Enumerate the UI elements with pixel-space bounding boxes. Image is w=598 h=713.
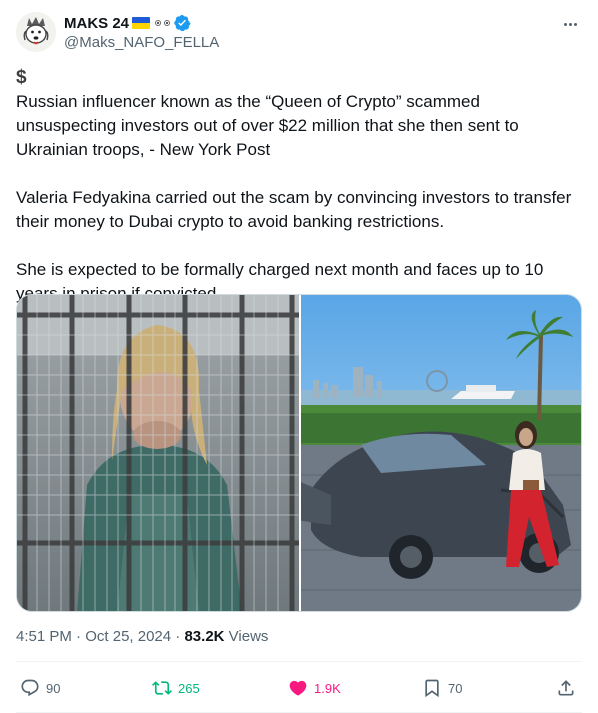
author-handle[interactable]: @Maks_NAFO_FELLA bbox=[64, 34, 219, 51]
tweet-paragraph-2: Valeria Fedyakina carried out the scam b… bbox=[16, 188, 572, 231]
share-button[interactable] bbox=[556, 678, 576, 698]
divider bbox=[16, 661, 582, 662]
bookmark-button[interactable]: 70 bbox=[422, 678, 462, 698]
ukraine-flag-icon bbox=[132, 17, 151, 29]
reply-count: 90 bbox=[46, 680, 61, 696]
verified-badge-icon bbox=[173, 14, 191, 32]
media-photo-1[interactable] bbox=[17, 295, 299, 611]
separator-dot: · bbox=[76, 628, 86, 645]
display-name[interactable]: MAKS 24 bbox=[64, 15, 129, 32]
reply-icon bbox=[21, 679, 39, 697]
repost-count: 265 bbox=[178, 680, 200, 696]
more-icon[interactable] bbox=[558, 12, 582, 36]
reply-button[interactable]: 90 bbox=[20, 678, 60, 698]
heart-icon bbox=[289, 680, 307, 696]
tweet-time[interactable]: 4:51 PM bbox=[16, 628, 72, 645]
media-photo-2[interactable] bbox=[301, 295, 581, 611]
tweet-text: $ Russian influencer known as the “Queen … bbox=[16, 66, 582, 306]
eyes-icon bbox=[155, 20, 171, 26]
avatar[interactable] bbox=[16, 12, 56, 52]
dollar-icon: $ bbox=[16, 67, 27, 88]
bookmark-icon bbox=[425, 679, 439, 698]
like-button[interactable]: 1.9K bbox=[288, 678, 341, 698]
repost-button[interactable]: 265 bbox=[152, 678, 200, 698]
bookmark-count: 70 bbox=[448, 680, 463, 696]
share-icon bbox=[558, 680, 574, 696]
tweet-header: MAKS 24 @Maks_NAFO_FELLA bbox=[16, 12, 582, 56]
ukraine-flag-icon bbox=[33, 71, 53, 84]
like-count: 1.9K bbox=[314, 680, 341, 696]
views-label: Views bbox=[228, 628, 269, 645]
tweet-paragraph-1: $ bbox=[16, 66, 582, 90]
tweet-timestamp[interactable]: 4:51 PM · Oct 25, 2024 · 83.2K Views bbox=[16, 628, 268, 645]
action-bar: 90 265 1.9K 70 bbox=[16, 670, 582, 710]
views-count[interactable]: 83.2K bbox=[184, 628, 224, 645]
author-name-line[interactable]: MAKS 24 bbox=[64, 14, 191, 32]
repost-icon bbox=[152, 681, 172, 695]
media-grid bbox=[16, 294, 582, 612]
tweet-date[interactable]: Oct 25, 2024 bbox=[85, 628, 171, 645]
